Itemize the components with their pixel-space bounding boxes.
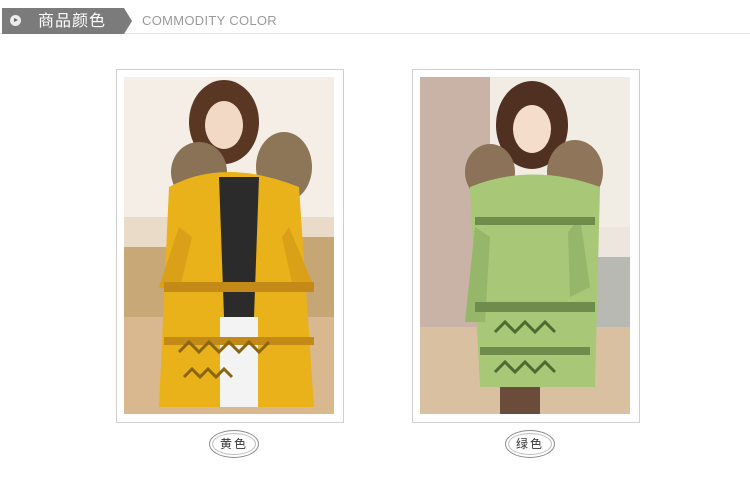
section-header: 商品颜色 COMMODITY COLOR	[0, 8, 750, 34]
section-title-en: COMMODITY COLOR	[142, 13, 277, 28]
product-card-yellow[interactable]	[116, 69, 344, 423]
color-label-green: 绿色	[515, 437, 544, 451]
color-label-yellow: 黄色	[219, 437, 248, 451]
product-photo-yellow[interactable]	[124, 77, 334, 414]
header-tab: 商品颜色	[2, 8, 132, 34]
product-card-green[interactable]	[412, 69, 640, 423]
color-option-yellow[interactable]: 黄色	[209, 430, 259, 458]
section-title-cn: 商品颜色	[38, 11, 107, 30]
play-bullet-icon	[10, 15, 21, 26]
color-option-green[interactable]: 绿色	[505, 430, 555, 458]
product-photo-green[interactable]	[420, 77, 630, 414]
